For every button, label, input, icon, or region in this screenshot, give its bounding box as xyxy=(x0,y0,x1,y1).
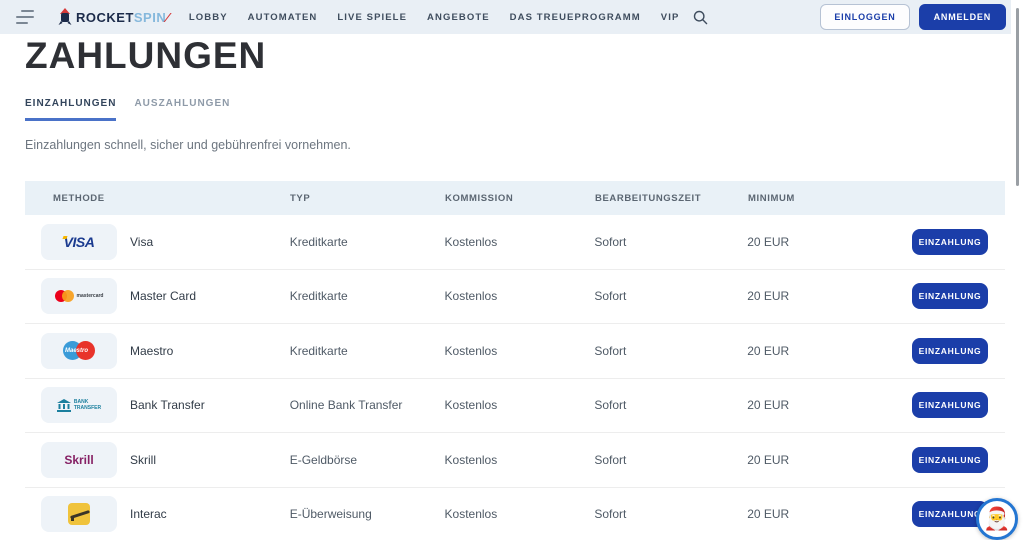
payment-logo-chip: Maestro xyxy=(41,333,117,369)
payment-logo-chip: mastercard xyxy=(41,278,117,314)
mastercard-logo: mastercard xyxy=(55,290,104,302)
column-bearbeitungszeit: BEARBEITUNGSZEIT xyxy=(595,193,748,204)
payments-table-body: VISA Visa Kreditkarte Kostenlos Sofort 2… xyxy=(25,215,1005,540)
column-typ: TYP xyxy=(290,193,445,204)
page-title: ZAHLUNGEN xyxy=(25,37,1005,74)
auth-buttons: EINLOGGEN ANMELDEN xyxy=(820,4,1014,30)
column-methode: METHODE xyxy=(25,193,290,204)
payments-table: METHODE TYP KOMMISSION BEARBEITUNGSZEIT … xyxy=(25,181,1005,540)
payments-page: ZAHLUNGEN EINZAHLUNGEN AUSZAHLUNGEN Einz… xyxy=(0,37,1024,540)
scrollbar-track[interactable] xyxy=(1011,0,1024,540)
deposit-button[interactable]: EINZAHLUNG xyxy=(912,447,988,473)
payment-minimum: 20 EUR xyxy=(747,398,912,412)
payment-processing-time: Sofort xyxy=(594,507,747,521)
payment-commission: Kostenlos xyxy=(445,453,595,467)
payment-minimum: 20 EUR xyxy=(747,289,912,303)
payment-name: Visa xyxy=(130,235,153,249)
payment-type: E-Geldbörse xyxy=(290,453,445,467)
payment-logo-chip xyxy=(41,496,117,532)
payment-type: Kreditkarte xyxy=(290,235,445,249)
column-minimum: MINIMUM xyxy=(748,193,913,204)
skrill-logo: Skrill xyxy=(64,453,93,467)
nav-item-angebote[interactable]: ANGEBOTE xyxy=(427,12,490,23)
deposit-button[interactable]: EINZAHLUNG xyxy=(912,392,988,418)
payment-type: E-Überweisung xyxy=(290,507,445,521)
payment-processing-time: Sofort xyxy=(594,344,747,358)
bank-transfer-logo: BANKTRANSFER xyxy=(57,399,101,412)
register-button[interactable]: ANMELDEN xyxy=(919,4,1006,30)
payment-name: Master Card xyxy=(130,289,196,303)
search-icon[interactable] xyxy=(693,10,708,25)
login-button[interactable]: EINLOGGEN xyxy=(820,4,909,30)
brand-logo[interactable]: ROCKETSPIN∕ xyxy=(58,8,169,26)
nav-item-live-spiele[interactable]: LIVE SPIELE xyxy=(337,12,407,23)
column-kommission: KOMMISSION xyxy=(445,193,595,204)
payment-row: VISA Visa Kreditkarte Kostenlos Sofort 2… xyxy=(25,215,1005,270)
rocket-icon xyxy=(58,8,72,26)
brand-wordmark: ROCKETSPIN∕ xyxy=(76,10,169,25)
payment-commission: Kostenlos xyxy=(445,344,595,358)
support-chat-button[interactable]: 🎅 xyxy=(976,498,1018,540)
payment-processing-time: Sofort xyxy=(594,235,747,249)
payment-commission: Kostenlos xyxy=(445,398,595,412)
payment-commission: Kostenlos xyxy=(445,235,595,249)
visa-logo: VISA xyxy=(64,234,95,250)
deposit-button[interactable]: EINZAHLUNG xyxy=(912,229,988,255)
payment-row: Maestro Maestro Kreditkarte Kostenlos So… xyxy=(25,324,1005,379)
page-description: Einzahlungen schnell, sicher und gebühre… xyxy=(25,138,1005,152)
payment-minimum: 20 EUR xyxy=(747,344,912,358)
payment-name: Skrill xyxy=(130,453,156,467)
payment-logo-chip: BANKTRANSFER xyxy=(41,387,117,423)
tab-einzahlungen[interactable]: EINZAHLUNGEN xyxy=(25,98,116,121)
deposit-button[interactable]: EINZAHLUNG xyxy=(912,283,988,309)
payment-minimum: 20 EUR xyxy=(747,507,912,521)
deposit-button[interactable]: EINZAHLUNG xyxy=(912,338,988,364)
payment-minimum: 20 EUR xyxy=(747,235,912,249)
maestro-logo: Maestro xyxy=(63,341,95,360)
nav-item-lobby[interactable]: LOBBY xyxy=(189,12,228,23)
top-navigation-bar: ROCKETSPIN∕ LOBBY AUTOMATEN LIVE SPIELE … xyxy=(0,0,1024,34)
payment-row: mastercard Master Card Kreditkarte Koste… xyxy=(25,270,1005,325)
payment-type: Kreditkarte xyxy=(290,344,445,358)
hamburger-menu-icon[interactable] xyxy=(16,10,36,24)
payment-row: Interac E-Überweisung Kostenlos Sofort 2… xyxy=(25,488,1005,540)
payment-type: Online Bank Transfer xyxy=(290,398,445,412)
scrollbar-thumb[interactable] xyxy=(1016,8,1019,186)
payment-commission: Kostenlos xyxy=(445,507,595,521)
payment-commission: Kostenlos xyxy=(445,289,595,303)
payment-row: Skrill Skrill E-Geldbörse Kostenlos Sofo… xyxy=(25,433,1005,488)
payment-logo-chip: VISA xyxy=(41,224,117,260)
payment-processing-time: Sofort xyxy=(594,453,747,467)
payment-processing-time: Sofort xyxy=(594,398,747,412)
payment-processing-time: Sofort xyxy=(594,289,747,303)
santa-support-chat-icon: 🎅 xyxy=(983,508,1010,530)
payment-row: BANKTRANSFER Bank Transfer Online Bank T… xyxy=(25,379,1005,434)
payment-logo-chip: Skrill xyxy=(41,442,117,478)
payment-minimum: 20 EUR xyxy=(747,453,912,467)
payments-tabs: EINZAHLUNGEN AUSZAHLUNGEN xyxy=(25,98,1005,121)
main-navigation: LOBBY AUTOMATEN LIVE SPIELE ANGEBOTE DAS… xyxy=(189,12,680,23)
interac-logo xyxy=(68,503,90,525)
payment-name: Interac xyxy=(130,507,167,521)
payment-type: Kreditkarte xyxy=(290,289,445,303)
table-header: METHODE TYP KOMMISSION BEARBEITUNGSZEIT … xyxy=(25,181,1005,215)
nav-item-vip[interactable]: VIP xyxy=(661,12,680,23)
payment-name: Maestro xyxy=(130,344,173,358)
tab-auszahlungen[interactable]: AUSZAHLUNGEN xyxy=(134,98,230,121)
nav-item-automaten[interactable]: AUTOMATEN xyxy=(248,12,318,23)
payment-name: Bank Transfer xyxy=(130,398,205,412)
nav-item-treueprogramm[interactable]: DAS TREUEPROGRAMM xyxy=(510,12,641,23)
